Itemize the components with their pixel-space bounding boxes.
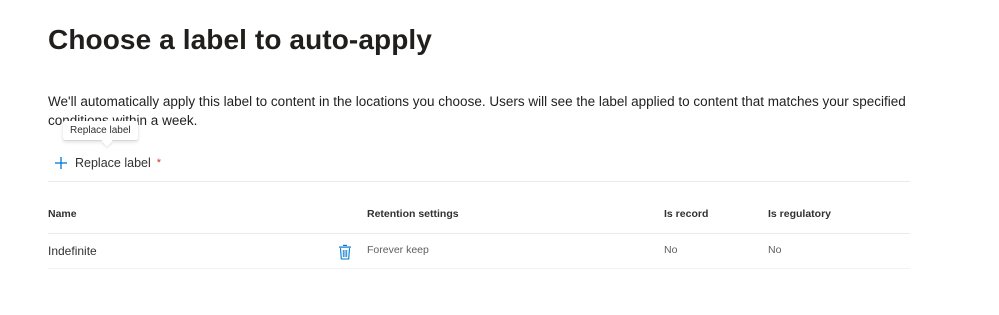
row-bottom-divider [48, 268, 910, 269]
row-is-record-cell: No [664, 244, 678, 256]
row-is-regulatory-cell: No [768, 244, 782, 256]
plus-icon [55, 157, 67, 169]
row-retention-cell: Forever keep [367, 244, 429, 256]
column-header-name: Name [48, 208, 77, 220]
header-row-divider [48, 233, 910, 234]
column-header-retention-settings: Retention settings [367, 208, 459, 220]
page-description: We'll automatically apply this label to … [48, 94, 906, 128]
trash-icon[interactable] [338, 244, 352, 260]
section-divider [48, 181, 910, 182]
replace-label-tooltip: Replace label [63, 121, 138, 140]
page-title: Choose a label to auto-apply [48, 24, 432, 55]
row-name-cell: Indefinite [48, 244, 97, 258]
replace-label-button[interactable]: Replace label * [54, 153, 161, 173]
column-header-is-regulatory: Is regulatory [768, 208, 832, 220]
required-marker: * [156, 157, 162, 169]
column-header-is-record: Is record [664, 208, 709, 220]
replace-label-text: Replace label [75, 156, 151, 170]
